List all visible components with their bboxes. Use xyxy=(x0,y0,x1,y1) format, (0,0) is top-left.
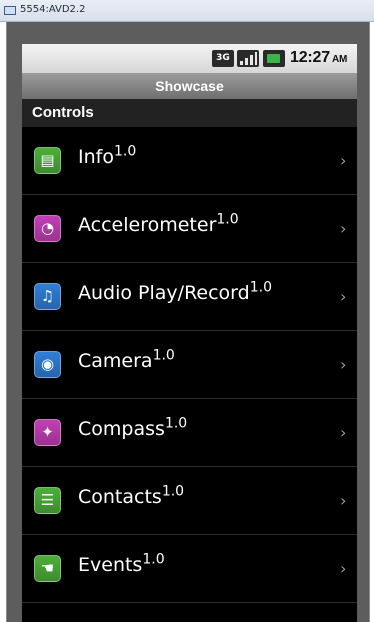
clock-time: 12:27 xyxy=(290,49,330,66)
chevron-right-icon: › xyxy=(340,287,347,306)
clock-ampm: AM xyxy=(331,54,348,65)
list-item-version: 1.0 xyxy=(216,211,239,228)
list-item-camera[interactable]: ◉ Camera1.0 › xyxy=(22,331,357,399)
list-item-contacts[interactable]: ☰ Contacts1.0 › xyxy=(22,467,357,535)
list-item-label: Info1.0 xyxy=(78,143,137,168)
list-item-audio-play-record[interactable]: ♫ Audio Play/Record1.0 › xyxy=(22,263,357,331)
list-item-version: 1.0 xyxy=(161,483,185,500)
chevron-right-icon: › xyxy=(340,219,347,238)
signal-strength-icon xyxy=(237,50,259,67)
list-item-label: Camera1.0 xyxy=(78,347,175,372)
list-item-title: Compass xyxy=(78,418,165,440)
list-item-label: Audio Play/Record1.0 xyxy=(78,279,272,304)
clock: 12:27 AM xyxy=(290,49,347,67)
list-item-title: Info xyxy=(78,146,114,168)
list-item-compass[interactable]: ✦ Compass1.0 › xyxy=(22,399,357,467)
battery-icon xyxy=(263,50,285,67)
list-item-label: Accelerometer1.0 xyxy=(78,211,239,236)
app-title: Showcase xyxy=(22,74,357,99)
contacts-icon: ☰ xyxy=(34,487,61,514)
controls-list: ▤ Info1.0 › ◔ Accelerometer1.0 › ♫ Audio Play/R… xyxy=(22,127,357,603)
list-item-accelerometer[interactable]: ◔ Accelerometer1.0 › xyxy=(22,195,357,263)
camera-icon: ◉ xyxy=(34,351,61,378)
info-icon: ▤ xyxy=(34,147,61,174)
list-item-title: Events xyxy=(78,554,143,576)
accelerometer-icon: ◔ xyxy=(34,215,61,242)
list-item-title: Camera xyxy=(78,350,153,372)
list-item-title: Accelerometer xyxy=(78,214,217,236)
list-item-label: Contacts1.0 xyxy=(78,483,185,508)
list-item-version: 1.0 xyxy=(152,347,175,364)
list-item-title: Audio Play/Record xyxy=(78,282,250,304)
emulator-window-title: 5554:AVD2.2 xyxy=(20,4,86,15)
list-item-events[interactable]: ☚ Events1.0 › xyxy=(22,535,357,603)
list-item-version: 1.0 xyxy=(142,551,165,568)
network-3g-icon: 3G xyxy=(212,50,234,67)
events-icon: ☚ xyxy=(34,555,61,582)
chevron-right-icon: › xyxy=(340,491,347,510)
compass-icon: ✦ xyxy=(34,419,61,446)
list-item-label: Compass1.0 xyxy=(78,415,188,440)
chevron-right-icon: › xyxy=(340,355,347,374)
list-item-label: Events1.0 xyxy=(78,551,165,576)
list-item-version: 1.0 xyxy=(164,415,188,432)
audio-icon: ♫ xyxy=(34,283,61,310)
device-screen: 3G 12:27 AM Showcase Controls ▤ Info1.0 › ◔ A… xyxy=(22,44,357,622)
chevron-right-icon: › xyxy=(340,559,347,578)
section-header: Controls xyxy=(22,99,357,127)
list-item-version: 1.0 xyxy=(113,143,137,160)
list-item-info[interactable]: ▤ Info1.0 › xyxy=(22,127,357,195)
list-item-version: 1.0 xyxy=(249,279,272,296)
chevron-right-icon: › xyxy=(340,423,347,442)
list-item-title: Contacts xyxy=(78,486,162,508)
chevron-right-icon: › xyxy=(340,151,347,170)
status-bar: 3G 12:27 AM xyxy=(22,44,357,74)
window-icon xyxy=(4,6,16,15)
emulator-titlebar: 5554:AVD2.2 xyxy=(0,0,374,22)
